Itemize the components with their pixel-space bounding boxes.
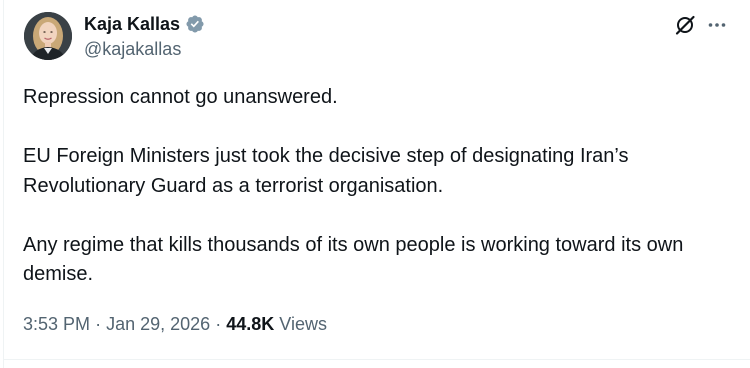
- tweet-time: 3:53 PM: [23, 314, 91, 334]
- meta-separator: ·: [95, 314, 102, 334]
- more-icon[interactable]: [706, 14, 728, 36]
- views-label: Views: [279, 314, 327, 334]
- tweet-timestamp[interactable]: 3:53 PM · Jan 29, 2026: [23, 314, 210, 334]
- tweet-paragraph: Any regime that kills thousands of its o…: [23, 233, 684, 286]
- tweet-paragraph: EU Foreign Ministers just took the decis…: [23, 145, 629, 197]
- tweet-date: Jan 29, 2026: [106, 314, 211, 334]
- tweet-meta: 3:53 PM · Jan 29, 2026 · 44.8K Views: [23, 312, 327, 336]
- tweet-text: Repression cannot go unanswered. EU Fore…: [23, 83, 723, 290]
- author-handle[interactable]: @kajakallas: [84, 38, 181, 60]
- avatar-portrait: [24, 12, 72, 60]
- meta-separator: ·: [215, 314, 222, 334]
- avatar[interactable]: [24, 12, 72, 60]
- tweet-card: Kaja Kallas @kajakallas Repression canno…: [0, 0, 750, 368]
- author-name[interactable]: Kaja Kallas: [84, 13, 180, 35]
- tweet-paragraph: Repression cannot go unanswered.: [23, 86, 338, 108]
- views-count: 44.8K: [226, 314, 275, 334]
- divider-bottom: [3, 359, 750, 360]
- verified-badge-icon: [185, 14, 205, 34]
- grok-icon[interactable]: [674, 14, 696, 36]
- divider-left: [3, 0, 4, 368]
- author-name-row: Kaja Kallas: [84, 13, 205, 35]
